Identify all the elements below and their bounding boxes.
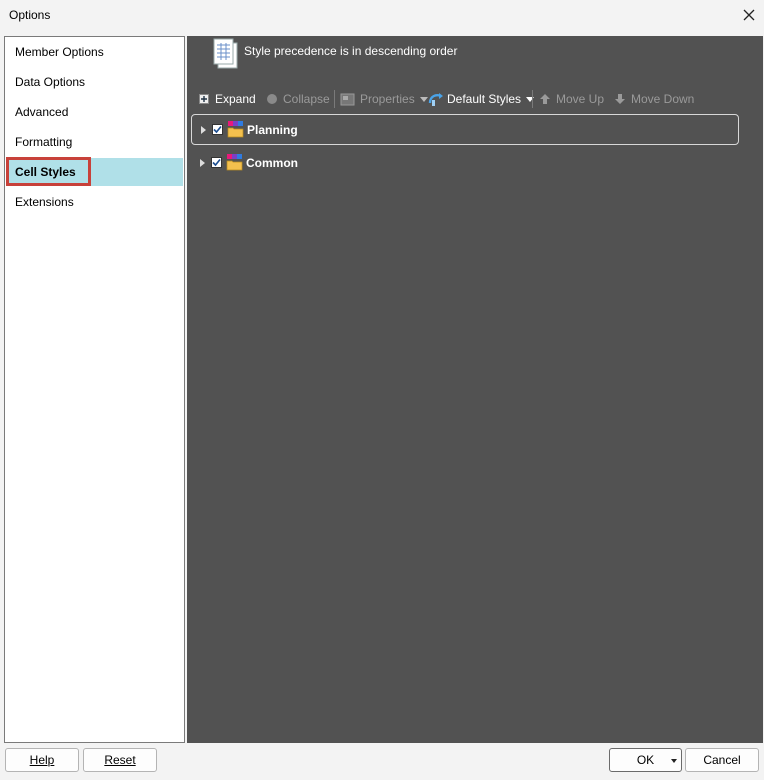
properties-label: Properties bbox=[360, 92, 415, 106]
expand-arrow-icon[interactable] bbox=[200, 159, 205, 167]
sidebar-item-label: Formatting bbox=[15, 135, 73, 149]
style-document-icon bbox=[213, 38, 238, 69]
toolbar-separator bbox=[532, 90, 533, 108]
plus-box-icon bbox=[199, 94, 209, 104]
help-label: Help bbox=[29, 753, 55, 767]
chevron-down-icon[interactable] bbox=[671, 759, 677, 763]
cancel-button[interactable]: Cancel bbox=[685, 748, 759, 772]
toolbar-separator bbox=[334, 90, 335, 108]
style-folder-icon bbox=[226, 154, 243, 171]
sidebar-item-cell-styles[interactable]: Cell Styles bbox=[6, 157, 183, 186]
close-icon bbox=[743, 9, 755, 21]
default-styles-label: Default Styles bbox=[447, 92, 522, 106]
close-button[interactable] bbox=[734, 0, 764, 30]
highlight-outline bbox=[6, 157, 91, 186]
arrow-down-icon bbox=[615, 94, 625, 104]
expand-label: Expand bbox=[215, 92, 256, 106]
sidebar-item-data-options[interactable]: Data Options bbox=[6, 68, 183, 96]
tree-label: Planning bbox=[247, 123, 298, 137]
sidebar-item-label: Data Options bbox=[15, 75, 86, 89]
move-down-label: Move Down bbox=[631, 92, 695, 106]
chevron-down-icon bbox=[419, 96, 428, 102]
default-styles-icon bbox=[428, 93, 443, 106]
dialog-footer: Help Reset OK Cancel bbox=[0, 743, 764, 780]
sidebar-item-label: Member Options bbox=[15, 45, 104, 59]
tree-label: Common bbox=[246, 156, 298, 170]
reset-button[interactable]: Reset bbox=[83, 748, 157, 772]
style-folder-icon bbox=[227, 121, 244, 138]
arrow-up-icon bbox=[540, 94, 550, 104]
ok-label: OK bbox=[636, 753, 655, 767]
collapse-button[interactable]: Collapse bbox=[266, 88, 330, 110]
collapse-icon bbox=[267, 94, 277, 104]
checkmark-icon bbox=[212, 158, 221, 167]
expand-arrow-icon[interactable] bbox=[201, 126, 206, 134]
sidebar-item-advanced[interactable]: Advanced bbox=[6, 98, 183, 126]
tree-row-common[interactable]: Common bbox=[191, 148, 739, 179]
sidebar-item-label: Advanced bbox=[15, 105, 69, 119]
default-styles-button[interactable]: Default Styles bbox=[428, 88, 535, 110]
cancel-label: Cancel bbox=[703, 753, 741, 767]
cell-styles-panel: Style precedence is in descending order … bbox=[187, 36, 763, 743]
move-up-button[interactable]: Move Up bbox=[539, 88, 604, 110]
properties-button[interactable]: Properties bbox=[340, 88, 428, 110]
title-bar: Options bbox=[0, 0, 764, 30]
sidebar-item-formatting[interactable]: Formatting bbox=[6, 128, 183, 156]
window-title: Options bbox=[9, 8, 51, 22]
move-up-label: Move Up bbox=[556, 92, 605, 106]
ok-button[interactable]: OK bbox=[609, 748, 682, 772]
precedence-note: Style precedence is in descending order bbox=[244, 44, 458, 58]
tree-row-planning[interactable]: Planning bbox=[191, 114, 739, 145]
expand-button[interactable]: Expand bbox=[199, 88, 256, 110]
checkmark-icon bbox=[213, 125, 222, 134]
sidebar-item-member-options[interactable]: Member Options bbox=[6, 38, 183, 66]
styles-toolbar: Expand Collapse Properties Default Style… bbox=[195, 88, 755, 110]
sidebar-item-label: Extensions bbox=[15, 195, 74, 209]
properties-icon bbox=[340, 93, 355, 106]
sidebar-item-extensions[interactable]: Extensions bbox=[6, 188, 183, 216]
checkbox[interactable] bbox=[211, 157, 222, 168]
reset-label: Reset bbox=[104, 753, 136, 767]
options-sidebar: Member Options Data Options Advanced For… bbox=[4, 36, 185, 743]
collapse-label: Collapse bbox=[283, 92, 330, 106]
checkbox[interactable] bbox=[212, 124, 223, 135]
move-down-button[interactable]: Move Down bbox=[614, 88, 694, 110]
help-button[interactable]: Help bbox=[5, 748, 79, 772]
